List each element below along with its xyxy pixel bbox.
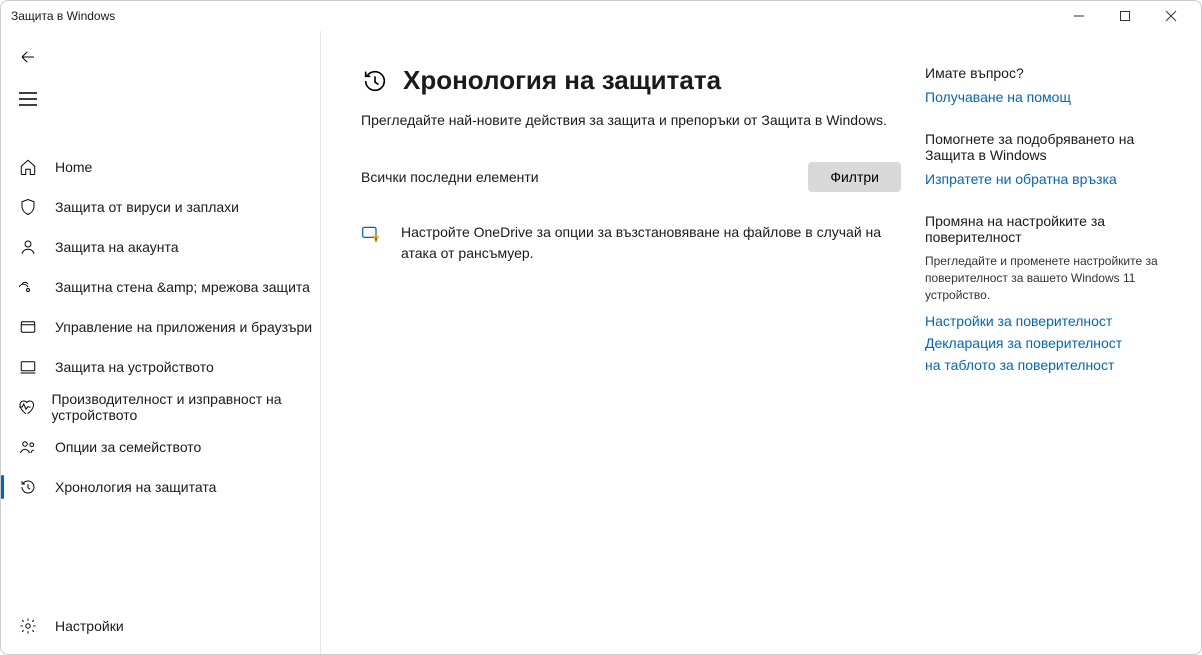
items-header-label: Всички последни елементи <box>361 169 808 185</box>
window-title: Защита в Windows <box>11 9 115 23</box>
page-subtitle: Прегледайте най-новите действия за защит… <box>361 112 901 128</box>
titlebar: Защита в Windows <box>1 1 1201 31</box>
sidebar-item-label: Хронология на защитата <box>55 479 216 495</box>
recommendation-item[interactable]: Настройте OneDrive за опции за възстанов… <box>361 222 901 264</box>
sidebar-item-appbrowser[interactable]: Управление на приложения и браузъри <box>1 307 320 347</box>
back-arrow-icon <box>19 48 37 66</box>
sidebar-item-label: Управление на приложения и браузъри <box>55 319 312 335</box>
improve-heading: Помогнете за подобряването на Защита в W… <box>925 131 1187 163</box>
privacy-dashboard-link[interactable]: на таблото за поверителност <box>925 357 1187 373</box>
history-icon <box>361 67 389 95</box>
home-icon <box>17 158 39 176</box>
privacy-heading: Промяна на настройките за поверителност <box>925 213 1187 245</box>
sidebar-item-history[interactable]: Хронология на защитата <box>1 467 320 507</box>
sidebar: Home Защита от вируси и заплахи Защита н… <box>1 31 321 654</box>
sidebar-item-label: Защита на акаунта <box>55 239 179 255</box>
hamburger-icon <box>19 92 37 106</box>
account-icon <box>17 238 39 256</box>
minimize-icon <box>1073 10 1085 22</box>
history-icon <box>17 478 39 496</box>
page-header: Хронология на защитата <box>361 65 901 96</box>
sidebar-item-label: Защита на устройството <box>55 359 214 375</box>
onedrive-warning-icon <box>361 224 381 264</box>
sidebar-item-label: Home <box>55 159 92 175</box>
sidebar-item-label: Производителност и изправност на устройс… <box>51 391 320 423</box>
shield-icon <box>17 198 39 216</box>
sidebar-item-settings[interactable]: Настройки <box>1 606 320 646</box>
network-icon <box>17 278 39 296</box>
sidebar-item-performance[interactable]: Производителност и изправност на устройс… <box>1 387 320 427</box>
family-icon <box>17 438 39 456</box>
recommendation-text: Настройте OneDrive за опции за възстанов… <box>401 222 901 264</box>
gear-icon <box>17 617 39 635</box>
sidebar-item-label: Опции за семейството <box>55 439 201 455</box>
help-heading: Имате въпрос? <box>925 65 1187 81</box>
feedback-link[interactable]: Изпратете ни обратна връзка <box>925 171 1187 187</box>
device-icon <box>17 358 39 376</box>
privacy-statement-link[interactable]: Декларация за поверителност <box>925 335 1187 351</box>
sidebar-item-device[interactable]: Защита на устройството <box>1 347 320 387</box>
privacy-settings-link[interactable]: Настройки за поверителност <box>925 313 1187 329</box>
help-link[interactable]: Получаване на помощ <box>925 89 1187 105</box>
privacy-desc: Прегледайте и променете настройките за п… <box>925 253 1187 303</box>
sidebar-item-family[interactable]: Опции за семейството <box>1 427 320 467</box>
heart-pulse-icon <box>17 398 35 416</box>
sidebar-item-label: Настройки <box>55 618 124 634</box>
sidebar-item-label: Защита от вируси и заплахи <box>55 199 239 215</box>
minimize-button[interactable] <box>1065 2 1093 30</box>
back-button[interactable] <box>1 37 320 77</box>
sidebar-item-account[interactable]: Защита на акаунта <box>1 227 320 267</box>
close-icon <box>1165 10 1177 22</box>
filter-button[interactable]: Филтри <box>808 162 901 192</box>
content-area: Хронология на защитата Прегледайте най-н… <box>321 31 1201 654</box>
close-button[interactable] <box>1157 2 1185 30</box>
window-controls <box>1065 2 1191 30</box>
nav-list: Home Защита от вируси и заплахи Защита н… <box>1 147 320 507</box>
maximize-button[interactable] <box>1111 2 1139 30</box>
maximize-icon <box>1119 10 1131 22</box>
right-column: Имате въпрос? Получаване на помощ Помогн… <box>901 65 1201 654</box>
sidebar-item-label: Защитна стена &amp; мрежова защита <box>55 279 310 295</box>
app-window: Защита в Windows <box>0 0 1202 655</box>
nav-toggle-button[interactable] <box>1 77 320 121</box>
page-title: Хронология на защитата <box>403 65 721 96</box>
items-header: Всички последни елементи Филтри <box>361 162 901 192</box>
sidebar-item-home[interactable]: Home <box>1 147 320 187</box>
sidebar-item-virus[interactable]: Защита от вируси и заплахи <box>1 187 320 227</box>
app-browser-icon <box>17 318 39 336</box>
sidebar-item-firewall[interactable]: Защитна стена &amp; мрежова защита <box>1 267 320 307</box>
